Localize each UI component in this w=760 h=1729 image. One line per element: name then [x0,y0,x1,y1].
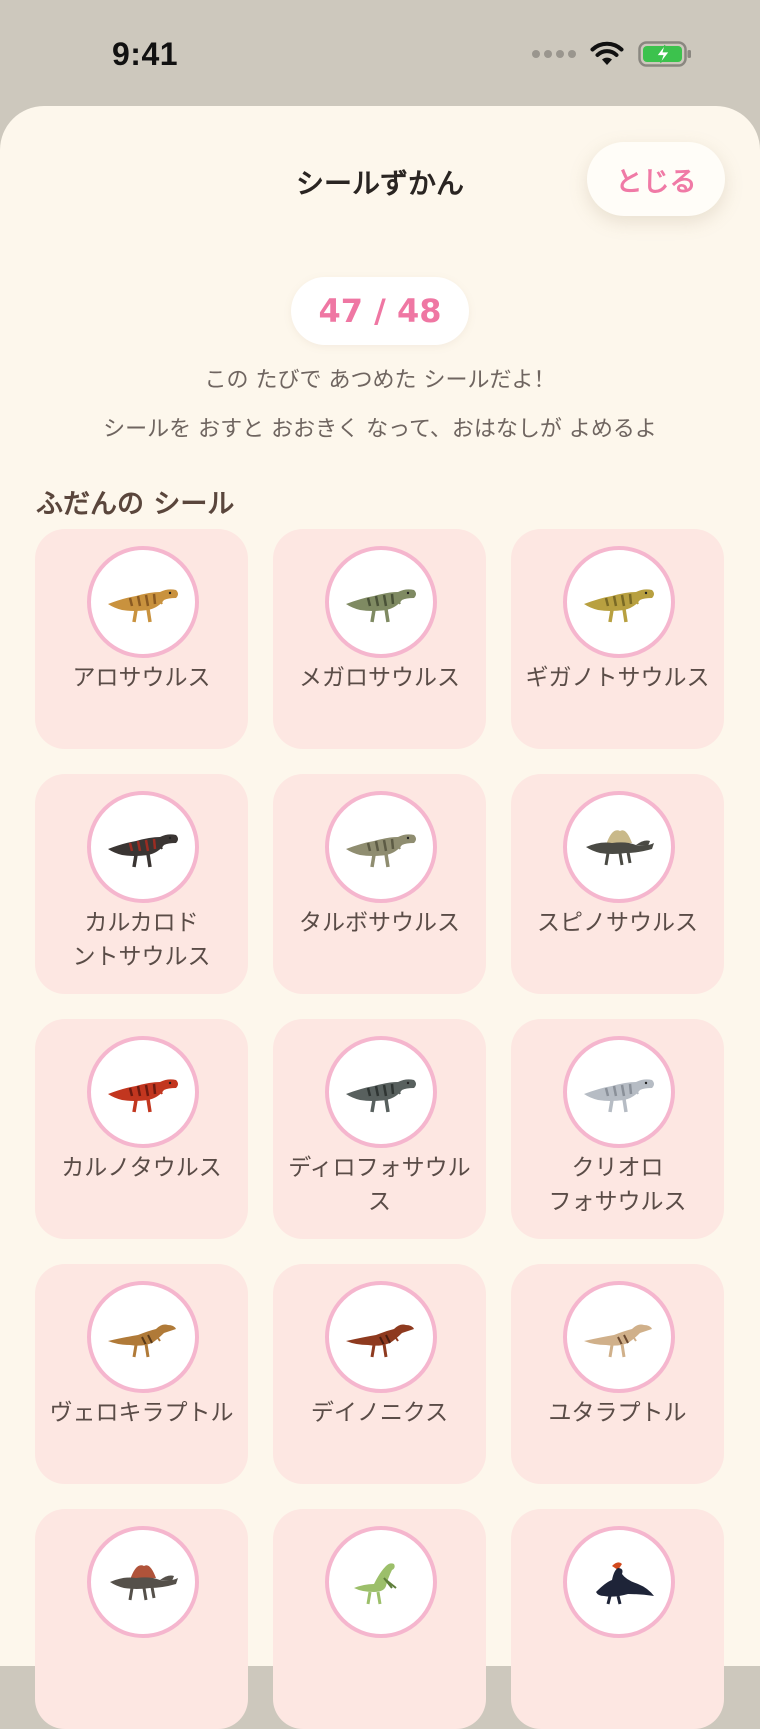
cellular-signal-icon [532,50,576,58]
sticker-card[interactable]: スピノサウルス [511,774,724,994]
dinosaur-sticker-icon [325,1036,437,1148]
sticker-name: アロサウルス [72,665,211,691]
instruction-message: シールを おすと おおきく なって、おはなしが よめるよ [103,417,657,442]
sticker-name: デイノニクス [310,1400,449,1426]
sticker-grid: アロサウルス メガロサウルス ギガノトサウルス カルカロド ントサウルス タルボ… [35,529,724,1729]
status-bar: 9:41 [0,0,760,108]
sticker-book-sheet: シールずかん とじる 47 / 48 この たびで あつめた シールだよ！ シー… [0,106,760,1729]
dinosaur-sticker-icon [563,1036,675,1148]
sticker-card[interactable]: クリオロ フォサウルス [511,1019,724,1239]
sticker-card[interactable]: ディロフォサウルス [273,1019,486,1239]
sticker-name: ディロフォサウルス [288,1155,471,1215]
sticker-name: カルカロド ントサウルス [72,910,211,970]
battery-charging-icon [638,41,691,67]
dinosaur-sticker-icon [563,546,675,658]
dinosaur-sticker-icon [563,1526,675,1638]
sticker-card[interactable]: タルボサウルス [273,774,486,994]
status-time: 9:41 [112,36,179,72]
status-icons [532,40,692,68]
sticker-name: タルボサウルス [299,910,460,936]
dinosaur-sticker-icon [87,1281,199,1393]
sticker-card[interactable] [35,1509,248,1729]
section-title: ふだんの シール [36,489,235,520]
close-button[interactable]: とじる [587,142,725,216]
dinosaur-sticker-icon [87,1526,199,1638]
sticker-name: カルノタウルス [61,1155,222,1181]
dinosaur-sticker-icon [325,791,437,903]
sticker-name: メガロサウルス [299,665,460,691]
dinosaur-sticker-icon [87,546,199,658]
sticker-card[interactable]: アロサウルス [35,529,248,749]
sticker-card[interactable]: ヴェロキラプトル [35,1264,248,1484]
sticker-card[interactable] [511,1509,724,1729]
sticker-card[interactable]: メガロサウルス [273,529,486,749]
sticker-name: ヴェロキラプトル [49,1400,234,1426]
collection-message: この たびで あつめた シールだよ！ [204,368,556,393]
dinosaur-sticker-icon [87,791,199,903]
dinosaur-sticker-icon [325,1526,437,1638]
sticker-card[interactable] [273,1509,486,1729]
sticker-card[interactable]: デイノニクス [273,1264,486,1484]
sticker-card[interactable]: カルカロド ントサウルス [35,774,248,994]
dinosaur-sticker-icon [87,1036,199,1148]
wifi-icon [590,41,624,65]
sticker-name: クリオロ フォサウルス [548,1155,687,1215]
sticker-card[interactable]: カルノタウルス [35,1019,248,1239]
dinosaur-sticker-icon [325,1281,437,1393]
sticker-card[interactable]: ユタラプトル [511,1264,724,1484]
dinosaur-sticker-icon [325,546,437,658]
collection-counter: 47 / 48 [291,277,469,345]
sticker-card[interactable]: ギガノトサウルス [511,529,724,749]
sticker-name: スピノサウルス [537,910,698,936]
sticker-name: ユタラプトル [548,1400,687,1426]
sticker-name: ギガノトサウルス [525,665,710,691]
dinosaur-sticker-icon [563,1281,675,1393]
dinosaur-sticker-icon [563,791,675,903]
